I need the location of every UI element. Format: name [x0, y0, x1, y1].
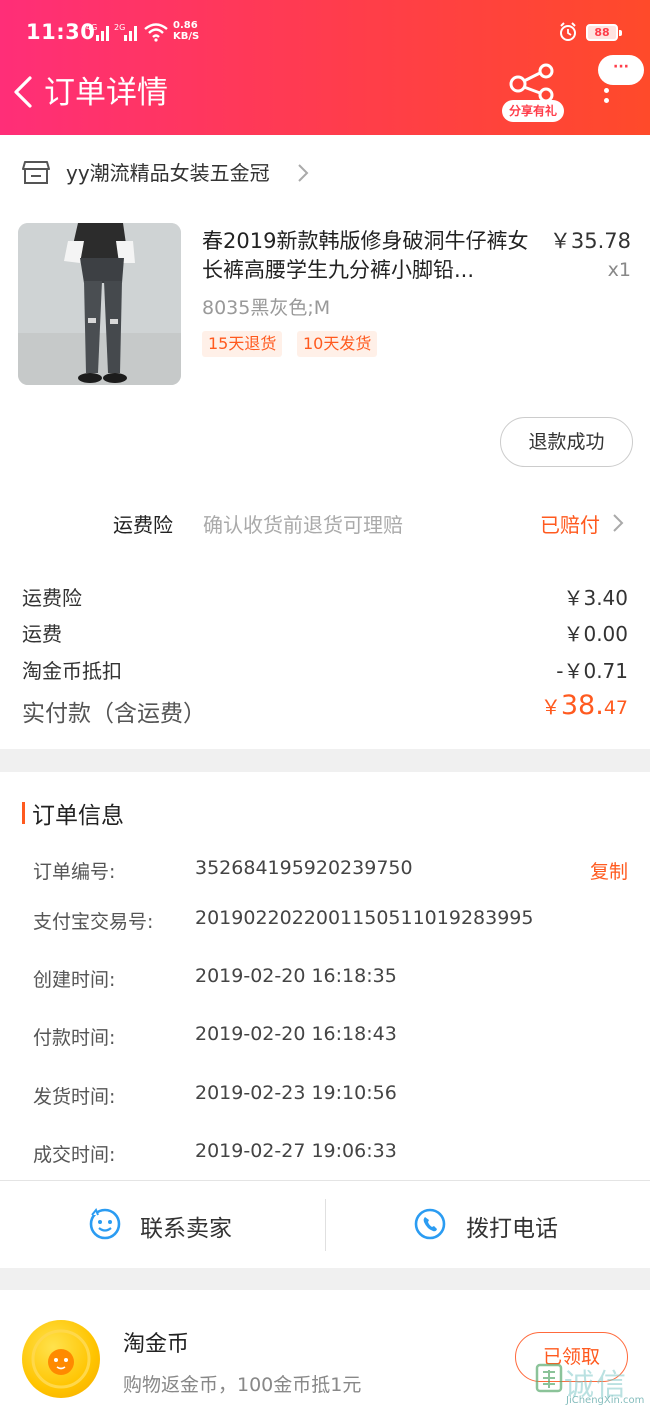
info-label: 付款时间:	[33, 1027, 116, 1049]
taojinbi-title: 淘金币	[123, 1332, 190, 1357]
chat-smile-icon	[89, 1208, 121, 1240]
chevron-right-icon	[298, 164, 309, 182]
paid-time-row: 付款时间: 2019-02-20 16:18:43	[33, 1023, 628, 1055]
divider	[325, 1199, 326, 1251]
info-value: 2019-02-20 16:18:35	[195, 965, 397, 987]
shipping-time-tag: 10天发货	[297, 331, 378, 357]
chevron-right-icon	[613, 514, 624, 532]
gold-coin-icon	[22, 1320, 100, 1398]
insurance-label: 运费险	[113, 513, 173, 537]
product-price: ￥35.78	[549, 229, 631, 253]
info-value: 2019-02-23 19:10:56	[195, 1082, 397, 1104]
info-label: 订单编号:	[33, 861, 116, 883]
product-quantity: x1	[607, 259, 631, 281]
shop-name[interactable]: yy潮流精品女装五金冠	[66, 159, 270, 187]
product-thumbnail[interactable]	[18, 223, 181, 385]
network-speed-unit: KB/S	[173, 31, 200, 42]
alipay-trade-number-row: 支付宝交易号: 2019022022001150511019283995	[33, 907, 628, 939]
battery-indicator: 88	[586, 24, 622, 41]
total-decimal: 47	[603, 697, 628, 719]
coin-face-icon	[31, 1329, 91, 1389]
info-value: 2019-02-27 19:06:33	[195, 1140, 397, 1162]
signal-4g-icon: 4G	[86, 23, 109, 41]
wifi-icon	[144, 23, 168, 42]
share-gift-label[interactable]: 分享有礼	[502, 100, 564, 122]
info-value: 352684195920239750	[195, 857, 413, 879]
more-menu-icon[interactable]	[602, 88, 610, 110]
fee-value: -￥0.71	[556, 659, 628, 683]
fee-row-shipping: 运费 ￥0.00	[22, 618, 628, 650]
fee-row-insurance: 运费险 ￥3.40	[22, 582, 628, 614]
status-bar: 11:30 4G 2G 0.86 KB/S 88	[0, 0, 650, 62]
shipped-time-row: 发货时间: 2019-02-23 19:10:56	[33, 1082, 628, 1114]
contact-seller-label: 联系卖家	[140, 1216, 232, 1242]
page-title: 订单详情	[44, 75, 168, 111]
phone-icon	[414, 1208, 446, 1240]
fee-label: 淘金币抵扣	[22, 659, 122, 683]
call-phone-button[interactable]: 拨打电话	[413, 1181, 613, 1269]
created-time-row: 创建时间: 2019-02-20 16:18:35	[33, 965, 628, 997]
contact-seller-button[interactable]: 联系卖家	[88, 1181, 288, 1269]
alarm-icon	[560, 22, 576, 41]
watermark-subtext: JiChengXin.com	[566, 1395, 645, 1406]
watermark-logo-icon	[535, 1363, 563, 1393]
network-4g-text: 4G	[86, 23, 97, 32]
total-amount: ￥38.47	[541, 690, 628, 721]
contact-bar: 联系卖家 拨打电话	[0, 1180, 650, 1268]
fee-value: ￥3.40	[563, 586, 628, 610]
info-value: 2019-02-20 16:18:43	[195, 1023, 397, 1045]
network-speed-value: 0.86	[173, 20, 198, 31]
product-sku: 8035黑灰色;M	[202, 297, 331, 319]
total-label: 实付款（含运费）	[22, 701, 206, 727]
call-phone-label: 拨打电话	[466, 1216, 558, 1242]
total-integer: 38.	[560, 690, 604, 721]
order-summary-card: yy潮流精品女装五金冠 春2019新款韩版修身破洞牛仔裤女长裤高腰学生九分裤小脚…	[0, 135, 650, 749]
info-label: 创建时间:	[33, 969, 116, 991]
fee-row-coin-discount: 淘金币抵扣 -￥0.71	[22, 655, 628, 687]
section-accent-bar	[22, 802, 25, 824]
app-header: 11:30 4G 2G 0.86 KB/S 88 订单详情 分享有礼 ···	[0, 0, 650, 135]
store-icon	[22, 161, 50, 184]
signal-2g-icon: 2G	[114, 23, 137, 41]
network-speed: 0.86 KB/S	[173, 20, 199, 42]
info-label: 支付宝交易号:	[33, 911, 154, 933]
insurance-status: 已赔付	[540, 513, 600, 537]
order-info-title: 订单信息	[32, 803, 124, 829]
info-value: 2019022022001150511019283995	[195, 907, 534, 929]
back-arrow-icon[interactable]	[10, 72, 40, 112]
fee-label: 运费险	[22, 586, 82, 610]
order-number-row: 订单编号: 352684195920239750 复制	[33, 857, 628, 889]
fee-label: 运费	[22, 622, 62, 646]
total-paid-row: 实付款（含运费） ￥38.47	[22, 690, 628, 730]
status-time: 11:30	[26, 20, 96, 44]
product-title[interactable]: 春2019新款韩版修身破洞牛仔裤女长裤高腰学生九分裤小脚铅...	[202, 227, 532, 285]
completed-time-row: 成交时间: 2019-02-27 19:06:33	[33, 1140, 628, 1172]
network-2g-text: 2G	[114, 23, 125, 32]
return-policy-tag: 15天退货	[202, 331, 283, 357]
watermark: 诚信 JiChengXin.com	[534, 1360, 650, 1408]
fee-value: ￥0.00	[563, 622, 628, 646]
shop-row[interactable]: yy潮流精品女装五金冠	[0, 135, 650, 213]
refund-status-button[interactable]: 退款成功	[500, 417, 633, 467]
message-bubble-button[interactable]: ···	[598, 55, 644, 85]
info-label: 成交时间:	[33, 1144, 116, 1166]
info-label: 发货时间:	[33, 1086, 116, 1108]
product-image	[18, 223, 181, 385]
total-currency: ￥	[540, 695, 561, 719]
taojinbi-description: 购物返金币，100金币抵1元	[123, 1374, 362, 1396]
insurance-description: 确认收货前退货可理赔	[203, 513, 403, 537]
shipping-insurance-row[interactable]: 运费险 确认收货前退货可理赔 已赔付	[0, 493, 650, 551]
copy-button[interactable]: 复制	[590, 857, 628, 884]
order-info-card: 订单信息 订单编号: 352684195920239750 复制 支付宝交易号:…	[0, 772, 650, 1268]
